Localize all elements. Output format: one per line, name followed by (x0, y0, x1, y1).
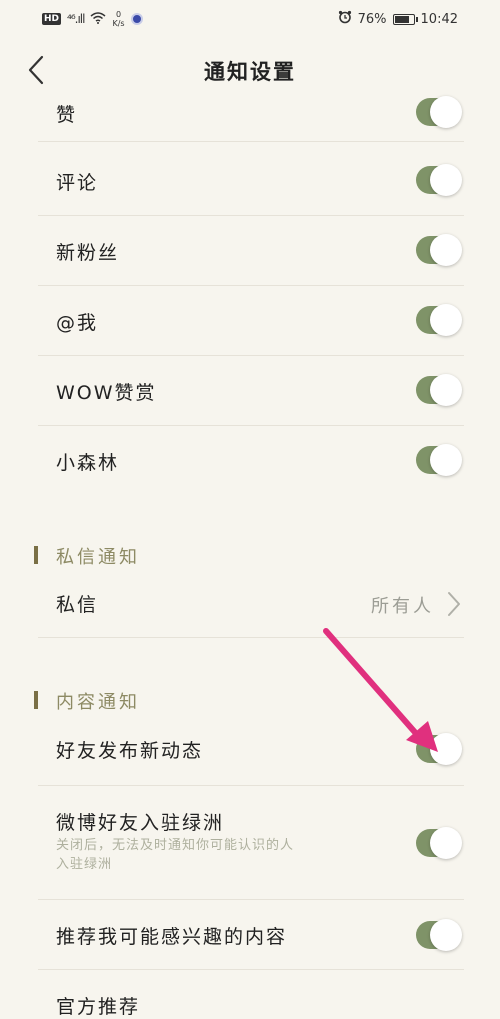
setting-row-little-forest: 小森林 (38, 426, 464, 496)
little-forest-toggle[interactable] (416, 444, 462, 476)
toggle-knob (430, 444, 462, 476)
toggle-knob (430, 919, 462, 951)
toggle-knob (430, 304, 462, 336)
setting-label: 新粉丝 (56, 242, 120, 264)
setting-label: 好友发布新动态 (56, 740, 204, 762)
setting-description-line1: 关闭后，无法及时通知你可能认识的人 (56, 838, 295, 853)
setting-label: WOW赞赏 (56, 382, 157, 404)
nav-bar: 通知设置 (0, 40, 500, 102)
battery-icon (392, 13, 418, 25)
speed-unit: K/s (112, 19, 125, 28)
section-bar (34, 546, 38, 564)
status-left: HD ⁴⁶.ıll 0 K/s (42, 10, 143, 28)
speed-value: 0 (115, 10, 122, 19)
setting-row-wow-reward: WOW赞赏 (38, 356, 464, 426)
weibo-friends-toggle[interactable] (416, 827, 462, 859)
new-fans-toggle[interactable] (416, 234, 462, 266)
section-title: 内容通知 (56, 692, 140, 713)
toggle-knob (430, 234, 462, 266)
setting-row-new-fans: 新粉丝 (38, 216, 464, 286)
hd-badge: HD (42, 13, 62, 25)
clock: 10:42 (420, 11, 458, 27)
like-toggle[interactable] (416, 96, 462, 128)
toggle-knob (430, 96, 462, 128)
setting-label: 推荐我可能感兴趣的内容 (56, 926, 288, 948)
section-bar (34, 691, 38, 709)
setting-label: 微博好友入驻绿洲 (56, 812, 225, 834)
section-title: 私信通知 (56, 547, 140, 568)
alarm-icon (338, 10, 352, 28)
setting-row-private-message[interactable]: 私信 所有人 (38, 572, 464, 638)
setting-row-mention: @我 (38, 286, 464, 356)
setting-label: @我 (56, 312, 99, 334)
status-bar: HD ⁴⁶.ıll 0 K/s 76% 10:42 (0, 0, 500, 40)
setting-row-recommend-interest: 推荐我可能感兴趣的内容 (38, 900, 464, 970)
mention-toggle[interactable] (416, 304, 462, 336)
setting-row-weibo-friends: 微博好友入驻绿洲 关闭后，无法及时通知你可能认识的人 入驻绿洲 (38, 786, 464, 900)
setting-label: 评论 (56, 172, 99, 194)
network-speed: 0 K/s (112, 10, 124, 28)
app-notification-icon (130, 13, 143, 25)
chevron-right-icon[interactable] (444, 590, 464, 618)
setting-label: 赞 (56, 104, 78, 126)
status-right: 76% 10:42 (338, 10, 458, 28)
setting-label: 私信 (56, 594, 99, 616)
toggle-knob (430, 164, 462, 196)
toggle-knob (430, 827, 462, 859)
toggle-knob (430, 374, 462, 406)
wifi-icon (90, 11, 106, 27)
page-title: 通知设置 (204, 60, 296, 84)
setting-label: 小森林 (56, 452, 120, 474)
friend-posts-toggle[interactable] (416, 733, 462, 765)
setting-row-friend-posts: 好友发布新动态 (38, 714, 464, 786)
wow-reward-toggle[interactable] (416, 374, 462, 406)
setting-row-comment: 评论 (38, 142, 464, 216)
comment-toggle[interactable] (416, 164, 462, 196)
battery-percent: 76% (357, 11, 387, 27)
setting-row-official-recommend: 官方推荐 (38, 970, 464, 1018)
private-message-value: 所有人 (371, 596, 434, 617)
setting-description-line2: 入驻绿洲 (56, 857, 113, 872)
signal-icon: ⁴⁶.ıll (67, 12, 85, 26)
toggle-knob (430, 733, 462, 765)
recommend-interest-toggle[interactable] (416, 919, 462, 951)
setting-row-like: 赞 (38, 96, 464, 142)
